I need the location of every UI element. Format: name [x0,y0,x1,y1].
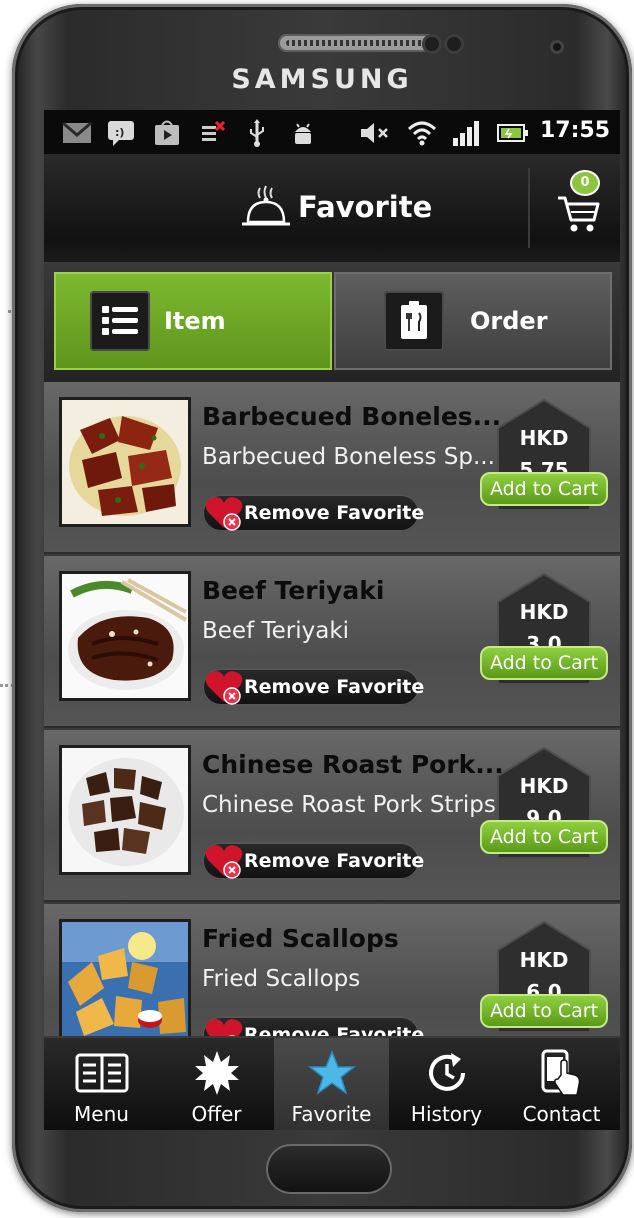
nav-favorite-label: Favorite [291,1102,372,1126]
food-name: Chinese Roast Pork... [202,750,504,779]
page-title: Favorite [298,190,433,224]
status-clock: 17:55 [539,118,610,143]
broken-heart-icon [204,668,244,710]
list-item: Barbecued Boneles... Barbecued Boneless … [44,382,620,554]
nav-contact-label: Contact [522,1102,601,1126]
menu-grid-icon [44,1050,159,1096]
add-to-cart-button[interactable]: Add to Cart [480,820,608,854]
list-item: Beef Teriyaki Beef Teriyaki Remove Favor… [44,556,620,728]
star-icon [274,1050,389,1096]
front-camera [550,40,564,54]
app-screen: :) 17:55 Favorite 0 Item Order Barbecued… [44,110,620,1130]
bottom-navigation: Menu Offer Favorite History Contact [44,1036,620,1130]
add-to-cart-button[interactable]: Add to Cart [480,646,608,680]
remove-favorite-button[interactable]: Remove Favorite [202,842,424,880]
price-currency: HKD [519,600,569,624]
svg-text::): :) [115,126,124,139]
proximity-sensor [422,34,442,54]
cart-button[interactable]: 0 [544,172,614,244]
broken-heart-icon [204,494,244,536]
cart-icon [556,194,600,238]
remove-favorite-label: Remove Favorite [244,1024,425,1036]
list-item: Chinese Roast Pork... Chinese Roast Pork… [44,730,620,902]
light-sensor [444,34,464,54]
brand-logo: SAMSUNG [231,64,413,95]
nav-history[interactable]: History [389,1038,504,1130]
nav-favorite[interactable]: Favorite [274,1038,389,1130]
title-divider [528,168,530,248]
food-description: Chinese Roast Pork Strips [202,792,496,818]
food-description: Fried Scallops [202,966,361,992]
food-name: Barbecued Boneles... [202,402,502,431]
tab-order[interactable]: Order [334,272,612,370]
food-image [62,400,188,524]
food-image [62,574,188,698]
remove-favorite-label: Remove Favorite [244,676,425,698]
remove-favorite-label: Remove Favorite [244,502,425,524]
cloche-icon [240,184,292,238]
android-debug-icon [288,120,318,146]
remove-favorite-button[interactable]: Remove Favorite [202,1016,424,1036]
no-data-icon [198,120,228,146]
history-icon [389,1050,504,1096]
food-image [62,922,188,1036]
status-bar: :) 17:55 [44,110,620,154]
starburst-icon [159,1050,274,1096]
favorites-list: Barbecued Boneles... Barbecued Boneless … [44,382,620,1036]
food-image [62,748,188,872]
nav-contact[interactable]: Contact [504,1038,619,1130]
wifi-icon [406,120,438,146]
signal-icon [450,120,482,146]
price-currency: HKD [519,426,569,450]
cart-count-badge: 0 [572,172,598,194]
tab-order-label: Order [470,307,548,335]
list-icon [90,291,150,351]
price-currency: HKD [519,774,569,798]
list-item: Fried Scallops Fried Scallops Remove Fav… [44,904,620,1036]
add-to-cart-button[interactable]: Add to Cart [480,472,608,506]
food-description: Beef Teriyaki [202,618,350,644]
segment-tabs: Item Order [44,262,620,382]
nav-history-label: History [410,1102,483,1126]
nav-menu-label: Menu [74,1102,129,1126]
battery-icon [496,120,530,146]
nav-offer[interactable]: Offer [159,1038,274,1130]
tab-item[interactable]: Item [54,272,332,370]
remove-favorite-label: Remove Favorite [244,850,425,872]
broken-heart-icon [204,1016,244,1036]
messenger-icon: :) [106,120,136,146]
remove-favorite-button[interactable]: Remove Favorite [202,494,424,532]
add-to-cart-button[interactable]: Add to Cart [480,994,608,1028]
broken-heart-icon [204,842,244,884]
price-currency: HKD [519,948,569,972]
home-button[interactable] [266,1144,392,1194]
food-description: Barbecued Boneless Sp... [202,444,495,470]
play-store-icon [152,120,182,146]
phone-touch-icon [504,1049,619,1096]
mute-icon [358,120,392,146]
nav-menu[interactable]: Menu [44,1038,159,1130]
menu-card-icon [384,291,444,351]
tab-item-label: Item [164,307,226,335]
gmail-icon [62,120,92,146]
food-name: Beef Teriyaki [202,576,385,605]
earpiece-speaker [278,34,436,52]
nav-offer-label: Offer [191,1102,242,1126]
food-name: Fried Scallops [202,924,399,953]
title-bar: Favorite 0 [44,154,620,262]
usb-icon [244,119,270,147]
remove-favorite-button[interactable]: Remove Favorite [202,668,424,706]
